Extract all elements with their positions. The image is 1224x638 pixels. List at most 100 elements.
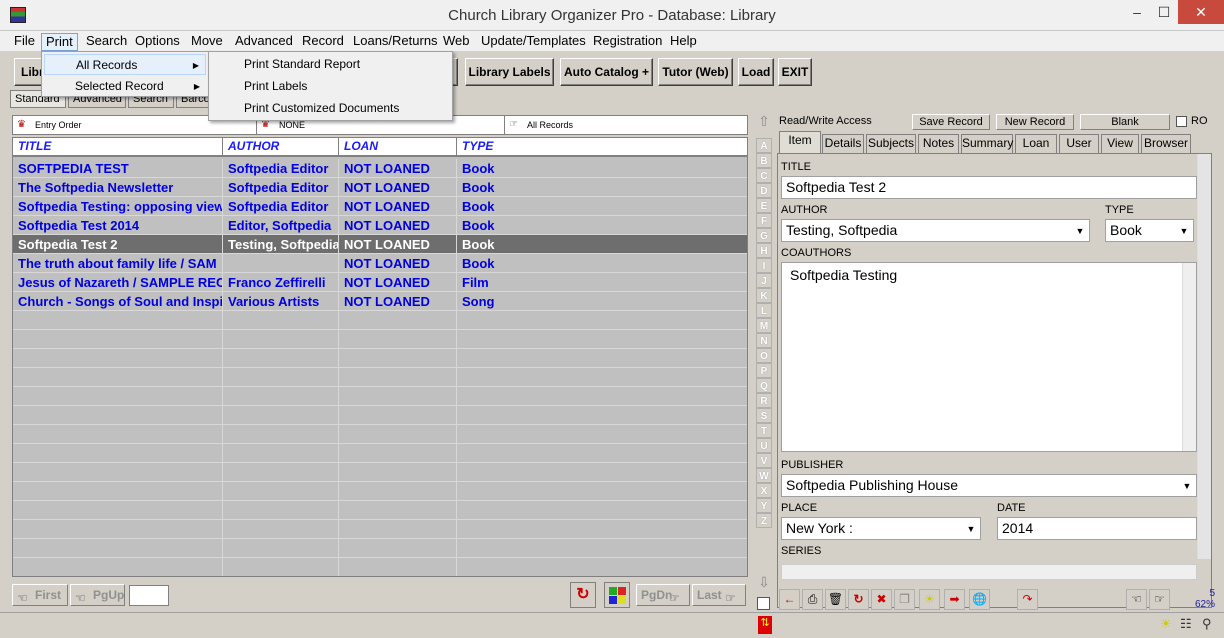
alpha-index-l[interactable]: L [756, 303, 772, 318]
place-field[interactable]: New York : ▼ [781, 517, 981, 540]
menu-print[interactable]: Print [41, 33, 78, 51]
table-row[interactable] [13, 311, 747, 330]
table-row[interactable] [13, 406, 747, 425]
tab-notes[interactable]: Notes [918, 134, 959, 153]
tutor-web-button[interactable]: Tutor (Web) [658, 58, 733, 86]
menu-item-print-labels[interactable]: Print Labels [211, 75, 450, 97]
auto-catalog-button[interactable]: Auto Catalog + [560, 58, 653, 86]
table-row[interactable] [13, 349, 747, 368]
table-row[interactable] [13, 330, 747, 349]
refresh-icon[interactable]: ↻ [570, 582, 596, 608]
refresh-icon[interactable]: ↻ [848, 589, 869, 610]
table-row[interactable] [13, 387, 747, 406]
library-labels-button[interactable]: Library Labels [465, 58, 554, 86]
table-row[interactable] [13, 501, 747, 520]
chevron-down-icon[interactable]: ▼ [964, 522, 978, 536]
table-row[interactable] [13, 539, 747, 558]
table-row[interactable]: The truth about family life / SAM NOT LOA… [13, 254, 747, 273]
table-row[interactable] [13, 558, 747, 576]
alpha-index-q[interactable]: Q [756, 378, 772, 393]
trash-icon[interactable]: 🗑 [825, 589, 846, 610]
load-button[interactable]: Load [738, 58, 774, 86]
table-row[interactable] [13, 520, 747, 539]
alpha-checkbox[interactable] [757, 597, 770, 610]
delete-page-icon[interactable]: ✖ [871, 589, 892, 610]
column-header-loan[interactable]: LOAN [339, 138, 457, 155]
alpha-index-z[interactable]: Z [756, 513, 772, 528]
author-field[interactable]: Testing, Softpedia ▼ [781, 219, 1090, 242]
page-arrow-icon[interactable]: ↷ [1017, 589, 1038, 610]
table-row[interactable] [13, 444, 747, 463]
alpha-index-m[interactable]: M [756, 318, 772, 333]
blank-button[interactable]: Blank [1080, 114, 1170, 130]
lightbulb-icon[interactable]: ☀ [919, 589, 940, 610]
alpha-index-d[interactable]: D [756, 183, 772, 198]
hand-right-icon[interactable]: ☞ [1149, 589, 1170, 610]
alpha-index-f[interactable]: F [756, 213, 772, 228]
exit-button[interactable]: EXIT [778, 58, 812, 86]
alpha-index-h[interactable]: H [756, 243, 772, 258]
menu-file[interactable]: File [10, 33, 39, 51]
tab-user[interactable]: User [1059, 134, 1099, 153]
scroll-down-arrow-icon[interactable]: ⇩ [755, 574, 773, 592]
copy-page-icon[interactable]: ❐ [894, 589, 915, 610]
table-row[interactable]: Jesus of Nazareth / SAMPLE REC Franco Zef… [13, 273, 747, 292]
column-header-type[interactable]: TYPE [457, 138, 747, 155]
alpha-index-t[interactable]: T [756, 423, 772, 438]
alpha-index-b[interactable]: B [756, 153, 772, 168]
chevron-down-icon[interactable]: ▼ [1180, 479, 1194, 493]
alpha-index-s[interactable]: S [756, 408, 772, 423]
alpha-index-v[interactable]: V [756, 453, 772, 468]
title-field[interactable]: Softpedia Test 2 [781, 176, 1197, 199]
hand-left-icon[interactable]: ☜ [1126, 589, 1147, 610]
table-row[interactable]: SOFTPEDIA TEST Softpedia Editor NOT LOANED… [13, 159, 747, 178]
alpha-index-o[interactable]: O [756, 348, 772, 363]
view-tiles-icon[interactable] [604, 582, 630, 608]
alpha-index-g[interactable]: G [756, 228, 772, 243]
publisher-field[interactable]: Softpedia Publishing House ▼ [781, 474, 1197, 497]
first-button[interactable]: ☜ First [12, 584, 68, 606]
table-row[interactable] [13, 482, 747, 501]
back-arrow-icon[interactable]: ← [779, 589, 800, 610]
alpha-index-a[interactable]: A [756, 138, 772, 153]
tab-summary[interactable]: Summary [961, 134, 1013, 153]
close-button[interactable]: ✕ [1178, 0, 1224, 24]
pgdn-button[interactable]: PgDn ☞ [636, 584, 690, 606]
coauthors-scrollbar[interactable] [1182, 263, 1196, 451]
menu-item-selected-record[interactable]: Selected Record ▶ [44, 76, 206, 97]
menu-move[interactable]: Move [187, 33, 227, 51]
date-field[interactable]: 2014 [997, 517, 1197, 540]
alpha-index-r[interactable]: R [756, 393, 772, 408]
menu-help[interactable]: Help [666, 33, 701, 51]
menu-advanced[interactable]: Advanced [231, 33, 297, 51]
menu-web[interactable]: Web [439, 33, 474, 51]
tab-browser[interactable]: Browser [1141, 134, 1191, 153]
page-number-input[interactable] [129, 585, 169, 606]
alpha-index-k[interactable]: K [756, 288, 772, 303]
alpha-index-n[interactable]: N [756, 333, 772, 348]
tab-view[interactable]: View [1101, 134, 1139, 153]
type-field[interactable]: Book ▼ [1105, 219, 1194, 242]
alpha-index-i[interactable]: I [756, 258, 772, 273]
new-record-button[interactable]: New Record [996, 114, 1074, 130]
menu-item-all-records[interactable]: All Records ▶ [44, 54, 206, 75]
table-row[interactable]: Softpedia Testing: opposing view Softpedi… [13, 197, 747, 216]
chevron-down-icon[interactable]: ▼ [1073, 224, 1087, 238]
menu-item-print-customized-documents[interactable]: Print Customized Documents [211, 97, 450, 119]
table-row[interactable]: Church - Songs of Soul and Inspi Various … [13, 292, 747, 311]
print-icon[interactable]: ⎙ [802, 589, 823, 610]
tab-details[interactable]: Details [822, 134, 864, 153]
menu-record[interactable]: Record [298, 33, 348, 51]
vertical-scrollbar[interactable] [1197, 154, 1211, 559]
menu-options[interactable]: Options [131, 33, 184, 51]
save-record-button[interactable]: Save Record [912, 114, 990, 130]
table-row[interactable] [13, 368, 747, 387]
alpha-index-j[interactable]: J [756, 273, 772, 288]
table-row[interactable] [13, 425, 747, 444]
table-row[interactable]: Softpedia Test 2 Testing, Softpedia NOT LO… [13, 235, 747, 254]
menu-update-templates[interactable]: Update/Templates [477, 33, 590, 51]
records-selector[interactable]: ☞ All Records [505, 116, 747, 134]
chevron-down-icon[interactable]: ▼ [1177, 224, 1191, 238]
alpha-index-e[interactable]: E [756, 198, 772, 213]
tab-item[interactable]: Item [779, 131, 821, 153]
